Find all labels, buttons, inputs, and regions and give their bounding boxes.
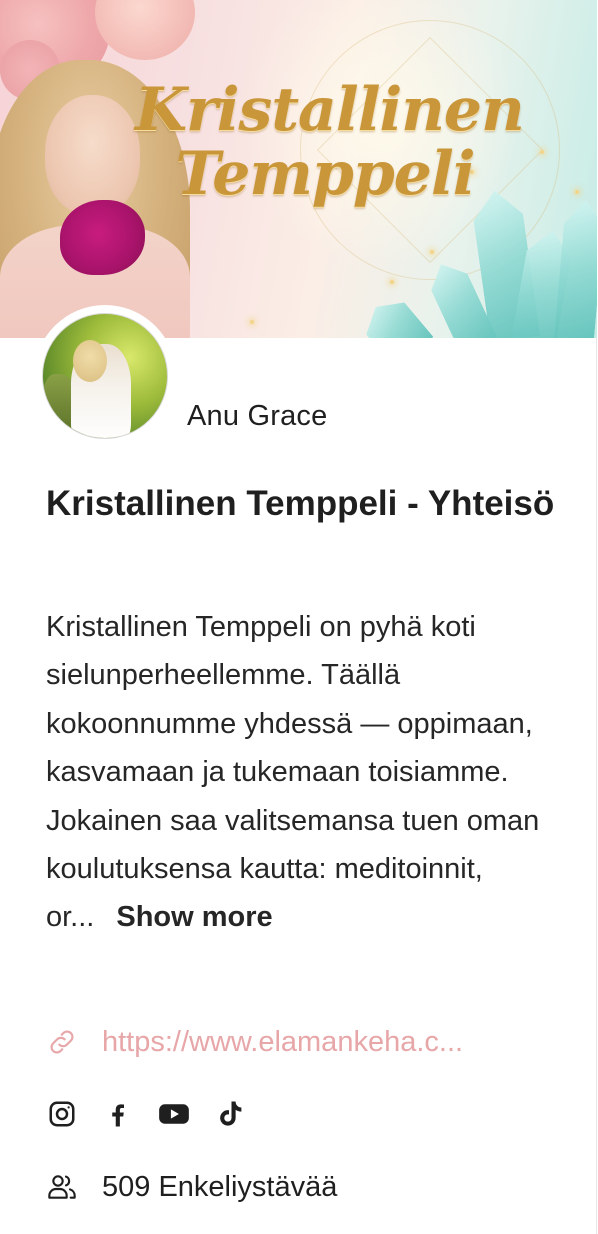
website-link-row[interactable]: https://www.elamankeha.c... <box>46 1022 463 1062</box>
users-icon <box>46 1171 78 1203</box>
members-count: 509 Enkeliystävää <box>102 1170 338 1203</box>
sparkle <box>575 190 579 194</box>
instagram-icon[interactable] <box>46 1098 78 1130</box>
banner-title: Kristallinen Temppeli <box>135 75 525 209</box>
social-links <box>46 1096 270 1132</box>
show-more-button[interactable]: Show more <box>116 901 272 933</box>
cover-banner: Kristallinen Temppeli <box>0 0 597 338</box>
description-text: Kristallinen Temppeli on pyhä koti sielu… <box>46 611 540 934</box>
sparkle <box>540 150 544 154</box>
tiktok-icon[interactable] <box>214 1098 246 1130</box>
avatar-hair <box>73 340 107 382</box>
flower-image <box>60 200 145 275</box>
community-title: Kristallinen Temppeli - Yhteisö <box>46 484 555 523</box>
rose-image <box>95 0 195 60</box>
banner-title-line1: Kristallinen <box>135 75 525 145</box>
youtube-icon[interactable] <box>158 1098 190 1130</box>
crystal-image <box>554 199 597 338</box>
crystal-image <box>357 291 434 338</box>
website-link[interactable]: https://www.elamankeha.c... <box>102 1026 463 1059</box>
banner-title-line2: Temppeli <box>175 139 475 209</box>
sparkle <box>390 280 394 284</box>
sparkle <box>430 250 434 254</box>
facebook-icon[interactable] <box>102 1098 134 1130</box>
owner-name[interactable]: Anu Grace <box>187 400 327 433</box>
link-icon <box>46 1026 78 1058</box>
avatar-photo <box>42 313 168 439</box>
community-description: Kristallinen Temppeli on pyhä koti sielu… <box>46 603 556 942</box>
avatar[interactable] <box>34 305 176 447</box>
members-row[interactable]: 509 Enkeliystävää <box>46 1168 337 1206</box>
woman-face <box>45 95 140 215</box>
community-card: Kristallinen Temppeli Anu Grace Kristall… <box>0 0 597 1234</box>
sparkle <box>250 320 254 324</box>
